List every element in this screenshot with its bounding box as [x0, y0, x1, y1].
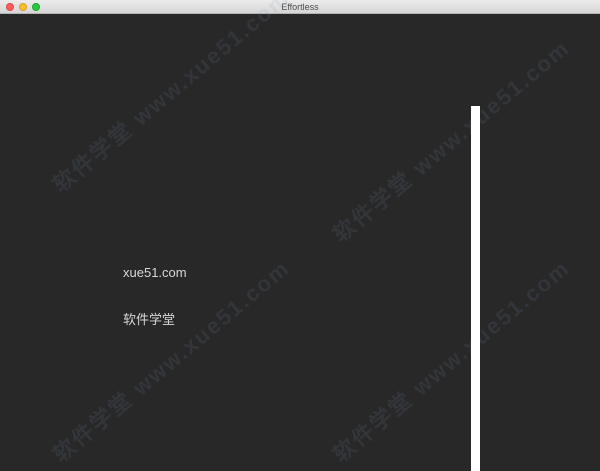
watermark: 软件学堂 www.xue51.com: [328, 254, 575, 468]
editor-line[interactable]: 软件学堂: [123, 309, 175, 328]
window-title: Effortless: [281, 2, 319, 12]
app-window: Effortless 软件学堂 www.xue51.com 软件学堂 www.x…: [0, 0, 600, 471]
text-cursor-bar: [471, 106, 480, 471]
editor-line[interactable]: xue51.com: [123, 265, 187, 280]
watermark: 软件学堂 www.xue51.com: [328, 34, 575, 248]
editor-area[interactable]: 软件学堂 www.xue51.com 软件学堂 www.xue51.com 软件…: [0, 0, 600, 471]
watermark: 软件学堂 www.xue51.com: [48, 0, 295, 198]
watermark: 软件学堂 www.xue51.com: [48, 254, 295, 468]
title-bar[interactable]: Effortless: [0, 0, 600, 14]
